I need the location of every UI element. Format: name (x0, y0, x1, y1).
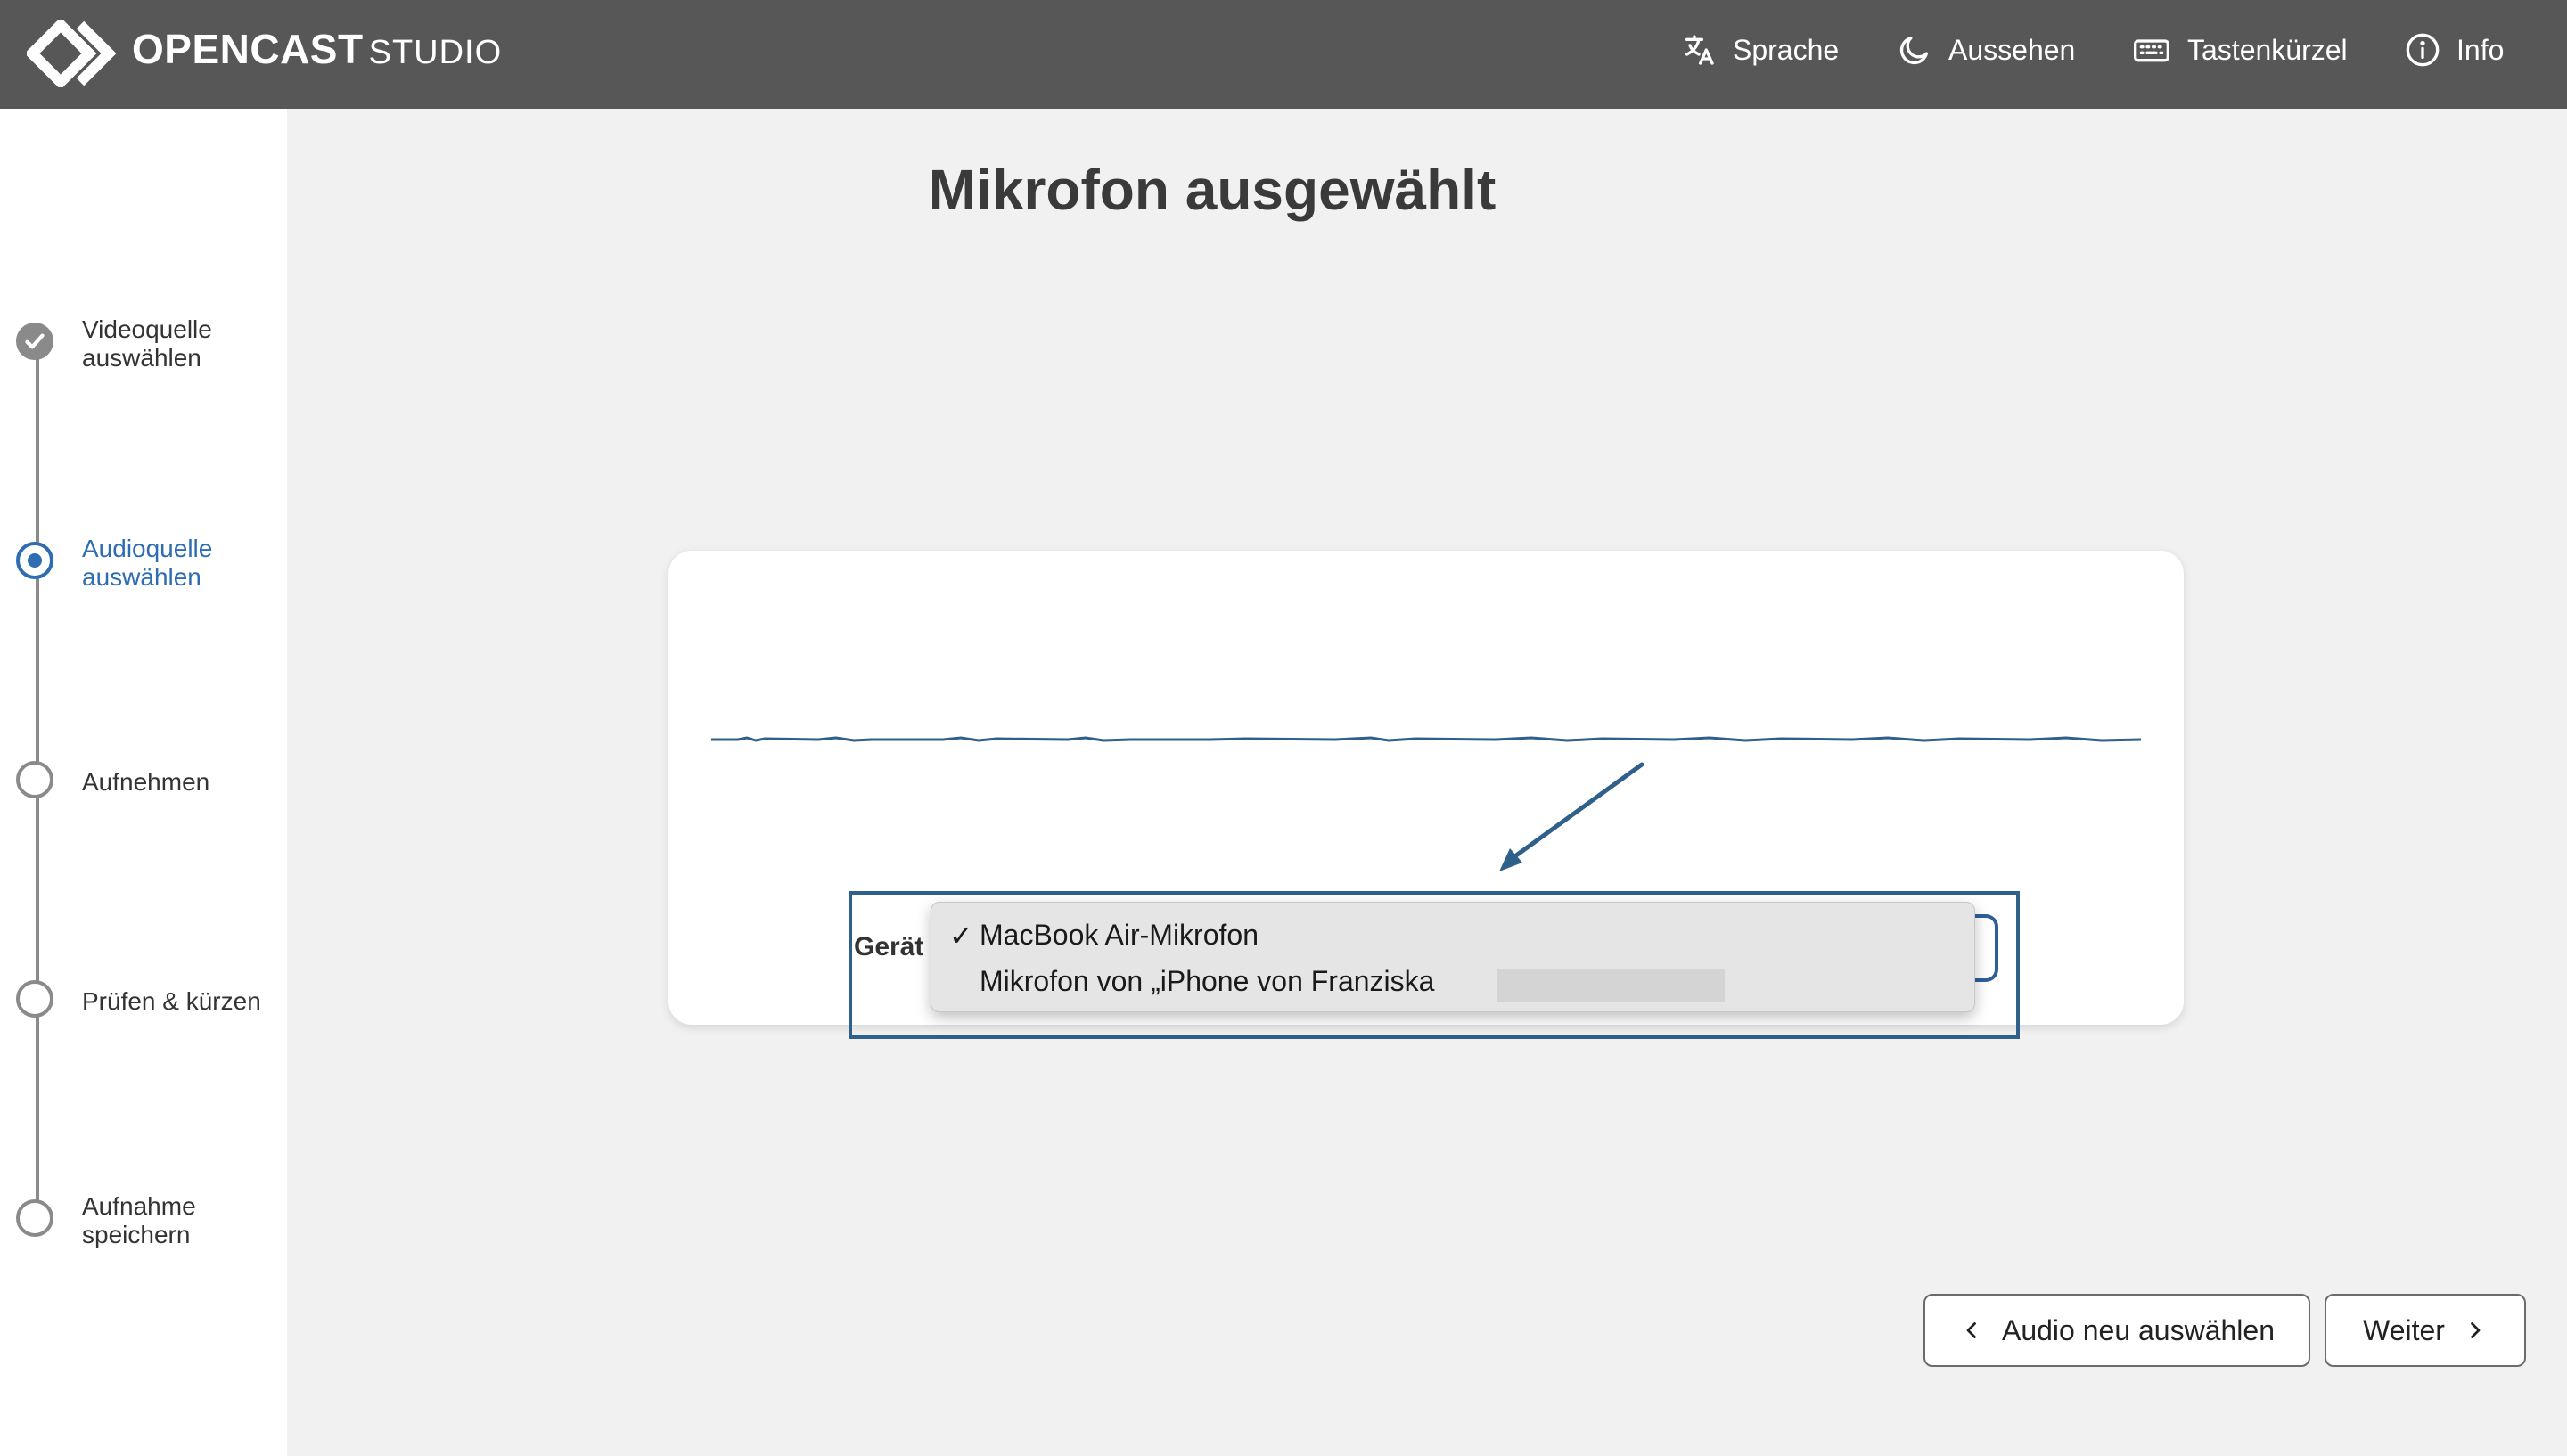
audio-reselect-button[interactable]: Audio neu auswählen (1923, 1294, 2310, 1367)
opencast-logo-icon (27, 20, 116, 87)
nav-language[interactable]: Sprache (1681, 29, 1839, 71)
step-2-label: Audioquelle auswählen (82, 535, 212, 592)
nav-appearance-label: Aussehen (1948, 33, 2076, 66)
dropdown-option-macbook[interactable]: ✓ MacBook Air-Mikrofon (949, 919, 1259, 952)
translate-icon (1685, 35, 1714, 65)
brand-light: STUDIO (368, 34, 503, 71)
audio-reselect-label: Audio neu auswählen (2001, 1313, 2275, 1346)
chevron-right-icon (2471, 1322, 2481, 1338)
step-3-line1: Aufnehmen (82, 768, 210, 796)
option-1-label: MacBook Air-Mikrofon (980, 919, 1259, 951)
device-label: Gerät (854, 932, 924, 961)
step-3-label: Aufnehmen (82, 768, 209, 797)
step-5-line2: speichern (82, 1221, 191, 1248)
moon-icon (1899, 37, 1928, 65)
nav-info-label: Info (2456, 33, 2505, 66)
nav-appearance[interactable]: Aussehen (1897, 29, 2075, 71)
step-connector (36, 1000, 39, 1223)
nav-language-label: Sprache (1733, 33, 1840, 66)
step-5-circle-icon (16, 1199, 53, 1237)
keyboard-icon (2134, 39, 2169, 62)
redacted-area (1497, 969, 1725, 1002)
step-1-line1: Videoquelle (82, 315, 212, 343)
checkmark-icon: ✓ (949, 920, 973, 952)
device-dropdown-menu: ✓ MacBook Air-Mikrofon Mikrofon von „iPh… (931, 902, 1975, 1012)
step-4-circle-icon (16, 980, 53, 1018)
step-1-line2: auswählen (82, 344, 201, 372)
arrow-annotation-icon (1499, 762, 1644, 871)
audio-waveform (711, 736, 2141, 742)
nav-shortcuts-label: Tastenkürzel (2187, 33, 2348, 66)
dropdown-option-iphone[interactable]: Mikrofon von „iPhone von Franziska (980, 965, 1782, 1002)
option-2-label: Mikrofon von „iPhone von Franziska (980, 965, 1435, 997)
step-1-label[interactable]: Videoquelle auswählen (82, 315, 212, 372)
step-2-active-icon (16, 542, 53, 579)
step-2-line1: Audioquelle (82, 535, 213, 562)
step-2-line2: auswählen (82, 563, 201, 591)
step-4-label: Prüfen & kürzen (82, 987, 261, 1016)
nav-info[interactable]: Info (2405, 29, 2504, 71)
brand-name: OPENCAST STUDIO (132, 25, 502, 73)
page-title: Mikrofon ausgewählt (928, 158, 1497, 222)
step-4-line1: Prüfen & kürzen (82, 987, 261, 1015)
chevron-left-icon (1966, 1322, 1976, 1338)
next-button[interactable]: Weiter (2325, 1294, 2526, 1367)
step-5-label: Aufnahme speichern (82, 1192, 196, 1249)
step-1-check-icon[interactable] (16, 323, 53, 360)
top-bar: OPENCAST STUDIO Sprache Aussehen Tastenkü… (0, 0, 2567, 109)
step-5-line1: Aufnahme (82, 1192, 196, 1220)
stepper-sidebar: Videoquelle auswählen Audioquelle auswäh… (0, 109, 287, 1456)
nav-shortcuts[interactable]: Tastenkürzel (2132, 29, 2348, 71)
brand-bold: OPENCAST (132, 26, 364, 72)
next-label: Weiter (2363, 1313, 2445, 1346)
info-icon (2406, 33, 2440, 67)
step-3-circle-icon (16, 761, 53, 798)
